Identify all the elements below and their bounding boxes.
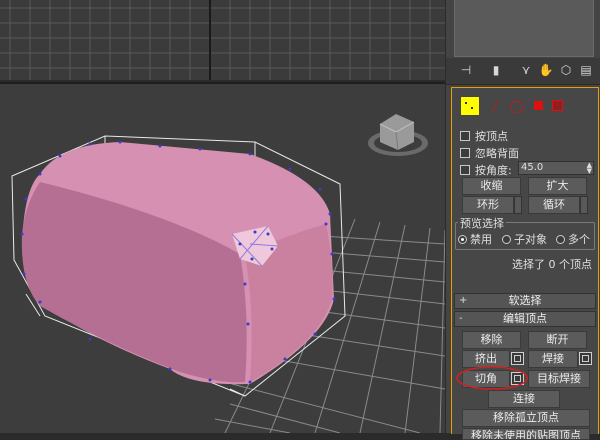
by-vertex-label: 按顶点: [475, 130, 508, 143]
loop-button[interactable]: 循环: [528, 196, 580, 214]
top-viewport[interactable]: [0, 0, 445, 80]
remove-unused-map-verts-button[interactable]: 移除未使用的贴图顶点: [462, 428, 590, 440]
vertex-mode-icon[interactable]: [460, 96, 480, 116]
shrink-button[interactable]: 收缩: [462, 177, 521, 195]
by-angle-checkbox[interactable]: 按角度:: [460, 162, 512, 178]
polygon-mode-icon[interactable]: [534, 101, 543, 110]
top-grid: [0, 0, 445, 80]
edge-mode-icon[interactable]: ⁄: [494, 100, 496, 114]
preview-multi-label: 多个: [568, 233, 590, 246]
soft-selection-sign: +: [459, 295, 468, 306]
perspective-viewport[interactable]: [0, 84, 445, 433]
preview-area: [454, 0, 594, 57]
preview-off-label: 禁用: [470, 233, 492, 246]
weld-button[interactable]: 焊接: [528, 350, 578, 368]
preview-selection-title: 预览选择: [458, 215, 506, 231]
spinner-arrows-icon: ▲ ▼: [586, 161, 592, 175]
remove-isolated-vertices-button[interactable]: 移除孤立顶点: [462, 409, 590, 427]
preview-subobject-radio[interactable]: 子对象: [502, 231, 547, 247]
by-vertex-checkbox[interactable]: 按顶点: [460, 128, 508, 144]
soft-selection-title: 软选择: [508, 294, 542, 307]
utilities-tab-icon[interactable]: ⬡: [558, 62, 574, 78]
element-mode-icon[interactable]: [552, 100, 563, 111]
angle-spinner[interactable]: 45.0 ▲ ▼: [518, 161, 594, 175]
edit-vertices-sign: -: [459, 313, 463, 324]
command-panel: ⊣ ▮ ⋎ ✋ ⬡ ▤ ⁄ ◯ 按顶点 忽略背面 按角度: 45.0 ▲ ▼ 收缩…: [446, 0, 600, 440]
soft-selection-rollout-header[interactable]: + 软选择: [454, 293, 596, 309]
target-weld-button[interactable]: 目标焊接: [528, 370, 590, 388]
chamfered-box-mesh: [20, 140, 336, 385]
ignore-backface-checkbox[interactable]: 忽略背面: [460, 145, 519, 161]
remove-button[interactable]: 移除: [462, 331, 521, 349]
ignore-backface-label: 忽略背面: [475, 147, 519, 160]
loop-spinner[interactable]: [580, 196, 588, 214]
list-tab-icon[interactable]: ▤: [578, 62, 594, 78]
preview-off-radio[interactable]: 禁用: [458, 231, 492, 247]
annotation-circle: [456, 366, 528, 390]
weld-settings-icon[interactable]: [579, 352, 592, 365]
angle-value: 45.0: [521, 162, 544, 173]
hierarchy-tab-icon[interactable]: ⊣: [458, 62, 474, 78]
command-tabs: ⊣ ▮ ⋎ ✋ ⬡ ▤: [446, 58, 600, 85]
modify-tab-icon[interactable]: ⋎: [518, 62, 534, 78]
motion-tab-icon[interactable]: ✋: [538, 62, 554, 78]
display-tab-icon[interactable]: ▮: [488, 62, 504, 78]
break-button[interactable]: 断开: [528, 331, 587, 349]
ring-spinner[interactable]: [514, 196, 522, 214]
perspective-scene: [11, 114, 445, 433]
preview-subobject-label: 子对象: [514, 233, 547, 246]
border-mode-icon[interactable]: ◯: [510, 99, 523, 113]
ring-button[interactable]: 环形: [462, 196, 514, 214]
selection-status: 选择了 0 个顶点: [512, 258, 592, 271]
edit-vertices-rollout-header[interactable]: - 编辑顶点: [454, 311, 596, 327]
preview-multi-radio[interactable]: 多个: [556, 231, 590, 247]
edit-vertices-title: 编辑顶点: [503, 312, 547, 325]
by-angle-label: 按角度:: [475, 164, 512, 177]
viewcube-icon: [368, 114, 428, 156]
selection-rollout: ⁄ ◯ 按顶点 忽略背面 按角度: 45.0 ▲ ▼ 收缩 扩大 环形 循环 预览…: [451, 87, 599, 440]
grow-button[interactable]: 扩大: [528, 177, 587, 195]
